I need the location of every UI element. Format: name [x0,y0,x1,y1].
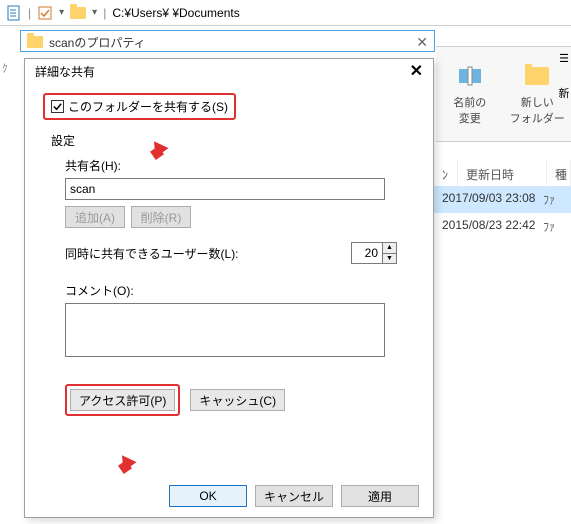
comment-label: コメント(O): [65,282,415,299]
share-folder-label: このフォルダーを共有する(S) [68,98,228,115]
permissions-button[interactable]: アクセス許可(P) [70,389,175,411]
apply-button[interactable]: 適用 [341,485,419,507]
dialog-titlebar: 詳細な共有 ✕ [25,59,433,83]
spin-up-icon[interactable]: ▲ [383,243,396,254]
address-path[interactable]: C:¥Users¥ ¥Documents [112,6,239,20]
ribbon: 名前の 変更 新しい フォルダー [436,46,571,142]
share-name-label: 共有名(H): [65,157,415,174]
file-type: ﾌｧ [543,191,563,208]
check-icon[interactable] [37,5,53,21]
rename-button[interactable]: 名前の 変更 [436,47,504,141]
folder-icon [27,36,43,48]
share-folder-checkbox[interactable] [51,100,64,113]
dialog-footer: OK キャンセル 適用 [169,485,419,507]
close-icon[interactable]: ✕ [416,34,428,51]
new-folder-icon [523,62,551,90]
properties-title: scanのプロパティ [49,34,146,51]
left-gutter-text: ｸ [2,60,10,100]
close-icon[interactable]: ✕ [410,61,423,81]
settings-group-label: 設定 [51,132,415,149]
dropdown-icon[interactable]: ▾ [92,7,97,18]
spin-down-icon[interactable]: ▼ [383,254,396,264]
ribbon-overflow: ☰ 新 [555,46,571,107]
separator: | [28,6,31,20]
address-bar: | ▾ ▾ | C:¥Users¥ ¥Documents [0,0,571,26]
file-date: 2017/09/03 23:08 [442,191,543,208]
file-list: 2017/09/03 23:08 ﾌｧ 2015/08/23 22:42 ﾌｧ [434,186,571,240]
comment-textarea[interactable] [65,303,385,357]
add-button[interactable]: 追加(A) [65,206,125,228]
list-item[interactable]: 2017/09/03 23:08 ﾌｧ [434,186,571,213]
dropdown-icon[interactable]: ▾ [59,7,64,18]
cancel-button[interactable]: キャンセル [255,485,333,507]
file-type: ﾌｧ [543,218,563,235]
spinner-arrows[interactable]: ▲▼ [382,243,396,263]
concurrent-users-spinner[interactable]: ▲▼ [351,242,397,264]
remove-button[interactable]: 削除(R) [131,206,191,228]
concurrent-users-input[interactable] [352,243,382,263]
share-name-input[interactable] [65,178,385,200]
ok-button[interactable]: OK [169,485,247,507]
rename-label: 名前の 変更 [453,94,486,126]
separator: | [103,6,106,20]
ribbon-extra-icon[interactable]: ☰ [559,52,569,65]
permissions-highlighted: アクセス許可(P) [65,384,180,416]
doc-icon [6,5,22,21]
file-date: 2015/08/23 22:42 [442,218,543,235]
cache-button[interactable]: キャッシュ(C) [190,389,285,411]
share-folder-highlighted: このフォルダーを共有する(S) [43,93,236,120]
ribbon-extra-label: 新 [559,85,570,101]
rename-icon [456,62,484,90]
advanced-sharing-dialog: 詳細な共有 ✕ このフォルダーを共有する(S) 設定 共有名(H): 追加(A)… [24,58,434,518]
folder-icon [70,5,86,21]
properties-window: scanのプロパティ ✕ [20,30,435,52]
list-item[interactable]: 2015/08/23 22:42 ﾌｧ [434,213,571,240]
concurrent-users-label: 同時に共有できるユーザー数(L): [65,245,239,262]
dialog-title: 詳細な共有 [35,63,95,80]
